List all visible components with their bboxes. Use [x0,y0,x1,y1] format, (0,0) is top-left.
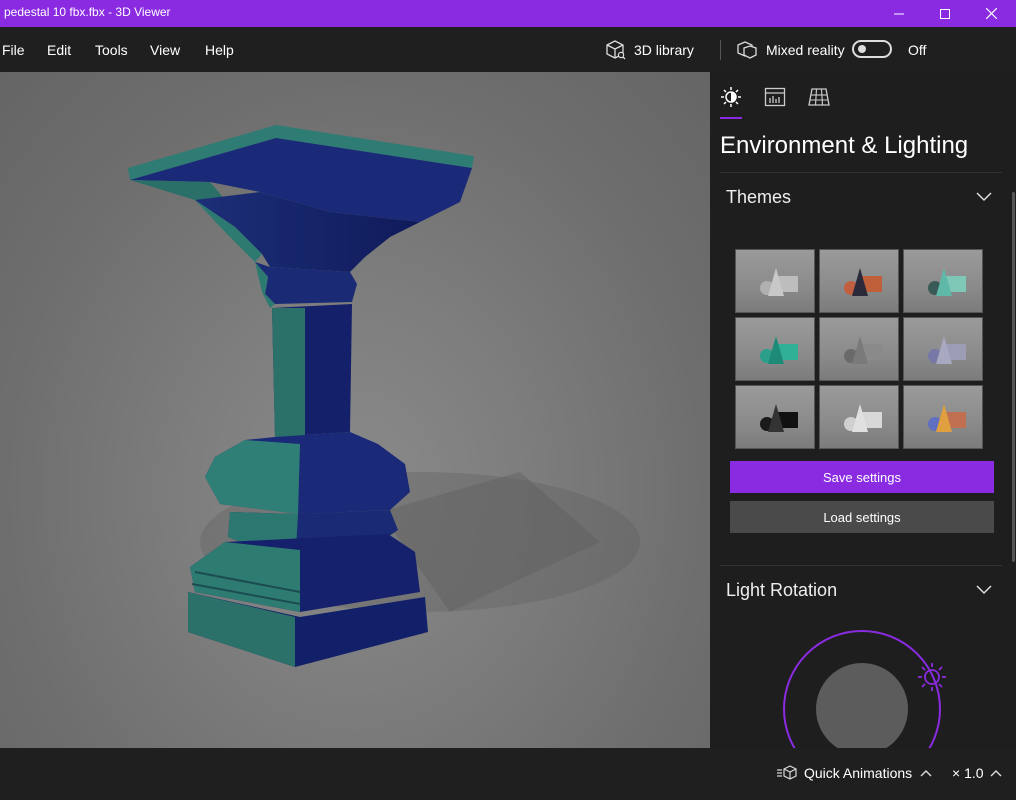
theme-preview-shapes [844,404,882,432]
theme-thumbnail[interactable] [819,317,899,381]
theme-preview-shapes [928,404,966,432]
tab-grid[interactable] [808,86,830,108]
theme-thumbnail[interactable] [735,385,815,449]
toolbar-divider [720,40,721,60]
window-title: pedestal 10 fbx.fbx - 3D Viewer [4,5,171,19]
environment-panel: Environment & Lighting Themes Save setti… [710,72,1016,748]
3d-library-label: 3D library [634,42,694,58]
theme-thumbnail[interactable] [903,385,983,449]
tab-environment[interactable] [720,86,742,108]
close-icon [985,8,997,19]
grid-icon [808,88,830,106]
theme-preview-shapes [928,268,966,296]
theme-thumbnail[interactable] [735,249,815,313]
light-rotation-dial[interactable] [710,617,1016,748]
maximize-icon [940,8,950,19]
mixed-reality-label: Mixed reality [766,42,845,58]
menu-file[interactable]: File [2,42,25,58]
pedestal-model[interactable] [0,72,710,748]
theme-preview-shapes [760,404,798,432]
chevron-up-icon [990,770,1002,777]
menu-help[interactable]: Help [205,42,234,58]
themes-header[interactable]: Themes [726,187,791,208]
stats-icon [764,87,786,107]
theme-thumbnail[interactable] [735,317,815,381]
animation-cube-icon [777,765,797,780]
minimize-icon [894,13,904,14]
chevron-up-icon [920,770,932,777]
theme-preview-shapes [844,336,882,364]
mixed-reality-button[interactable]: Mixed reality [736,38,845,62]
save-settings-button[interactable]: Save settings [730,461,994,493]
theme-thumbnail[interactable] [819,385,899,449]
theme-preview-shapes [844,268,882,296]
close-button[interactable] [968,0,1014,27]
menu-bar: File Edit Tools View Help 3D library Mix… [0,27,1016,72]
theme-thumbnail[interactable] [903,317,983,381]
quick-animations-button[interactable]: Quick Animations [776,765,932,781]
playback-speed-label: × 1.0 [952,765,984,781]
active-tab-indicator [720,117,742,119]
panel-scrollbar[interactable] [1012,192,1015,562]
bottom-bar: Quick Animations × 1.0 [0,748,1016,800]
light-rotation-header[interactable]: Light Rotation [726,580,837,601]
mixed-reality-state: Off [908,42,927,58]
mixed-reality-icon [737,41,757,59]
theme-preview-shapes [760,336,798,364]
3d-library-button[interactable]: 3D library [604,38,694,62]
maximize-button[interactable] [922,0,968,27]
panel-title: Environment & Lighting [720,132,969,159]
menu-edit[interactable]: Edit [47,42,71,58]
3d-viewport[interactable] [0,72,710,748]
chevron-down-icon[interactable] [976,192,992,202]
theme-thumbnail[interactable] [819,249,899,313]
sun-icon [721,87,741,107]
divider [720,565,1002,566]
chevron-down-icon[interactable] [976,585,992,595]
minimize-button[interactable] [876,0,922,27]
theme-thumbnail[interactable] [903,249,983,313]
toggle-knob [858,45,866,53]
quick-animations-label: Quick Animations [804,765,913,781]
menu-view[interactable]: View [150,42,180,58]
mixed-reality-toggle[interactable] [852,40,892,58]
divider [720,172,1002,173]
title-bar: pedestal 10 fbx.fbx - 3D Viewer [0,0,1016,27]
theme-preview-shapes [760,268,798,296]
theme-preview-shapes [928,336,966,364]
cube-search-icon [606,40,626,60]
sun-icon [918,663,946,691]
menu-tools[interactable]: Tools [95,42,128,58]
playback-speed-button[interactable]: × 1.0 [952,765,1002,781]
load-settings-button[interactable]: Load settings [730,501,994,533]
tab-stats[interactable] [764,86,786,108]
